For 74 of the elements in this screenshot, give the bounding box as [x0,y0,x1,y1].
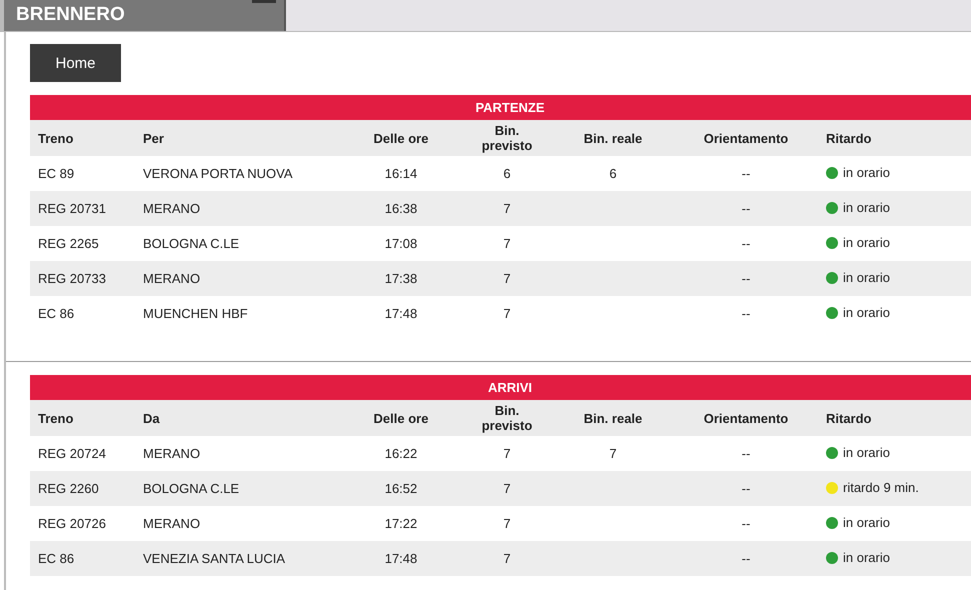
table-cell: -- [742,551,750,566]
table-cell: -- [742,271,750,286]
column-header: Bin. reale [552,400,674,436]
table-cell: 17:48 [384,306,418,321]
table-cell: 7 [609,446,617,461]
table-cell: -- [742,236,750,251]
status-text: ritardo 9 min. [843,480,919,495]
table-cell: 16:22 [384,446,418,461]
column-header: Ritardo [818,400,971,436]
table-cell: REG 2265 [38,236,99,251]
table-cell: 7 [503,271,511,286]
table-cell: VENEZIA SANTA LUCIA [143,551,286,566]
table-cell: 17:22 [384,516,418,531]
table-cell: EC 86 [38,551,74,566]
status-text: in orario [843,444,890,460]
column-header: Da [135,400,340,436]
status-text: in orario [843,304,890,320]
table-cell: 16:52 [384,481,418,496]
table-cell: VERONA PORTA NUOVA [143,166,293,181]
table-cell: 16:14 [384,166,418,181]
home-button[interactable]: Home [30,44,121,82]
table-cell: -- [742,446,750,461]
table-cell: BOLOGNA C.LE [143,236,240,251]
column-header: Treno [30,120,135,156]
status-text: in orario [843,270,890,285]
table-cell: 7 [503,306,511,321]
table-cell: MERANO [143,201,200,216]
table-cell: 7 [503,481,511,496]
table-cell: -- [742,166,750,181]
column-header: Orientamento [674,120,818,156]
status-text: in orario [843,164,890,180]
table-cell: REG 20731 [38,201,106,216]
table-cell: 17:48 [384,551,418,566]
table-cell: 7 [503,201,511,216]
table-cell: 6 [503,166,511,181]
table-cell: 7 [503,516,511,531]
column-header: Delle ore [340,120,462,156]
table-cell: 7 [503,236,511,251]
table-cell: EC 86 [38,306,74,321]
table-cell: REG 2260 [38,481,99,496]
status-text: in orario [843,200,890,215]
column-header: Bin. previsto [462,120,552,156]
status-text: in orario [843,514,890,530]
column-header: Ritardo [818,120,971,156]
column-header: Orientamento [674,400,818,436]
table-cell: BOLOGNA C.LE [143,481,240,496]
column-header: Treno [30,400,135,436]
table-cell: MERANO [143,271,200,286]
table-cell: 17:08 [384,236,418,251]
table-cell: 16:38 [384,201,418,216]
table-cell: 7 [503,551,511,566]
station-title: BRENNERO [0,0,286,31]
column-header: Bin. reale [552,120,674,156]
table-cell: 7 [503,446,511,461]
table-cell: 17:38 [384,271,418,286]
table-cell: -- [742,201,750,216]
table-cell: -- [742,516,750,531]
table-cell: 6 [609,166,617,181]
column-header: Bin. previsto [462,400,552,436]
table-cell: EC 89 [38,166,74,181]
table-cell: MERANO [143,516,200,531]
table-cell: -- [742,306,750,321]
table-cell: MUENCHEN HBF [143,306,248,321]
column-header: Delle ore [340,400,462,436]
status-text: in orario [843,550,890,565]
column-header: Per [135,120,340,156]
table-cell: -- [742,481,750,496]
board-title: PARTENZE [30,95,971,120]
board-title: ARRIVI [30,375,971,400]
table-cell: REG 20726 [38,516,106,531]
table-cell: REG 20724 [38,446,106,461]
table-cell: REG 20733 [38,271,106,286]
table-cell: MERANO [143,446,200,461]
status-text: in orario [843,234,890,250]
